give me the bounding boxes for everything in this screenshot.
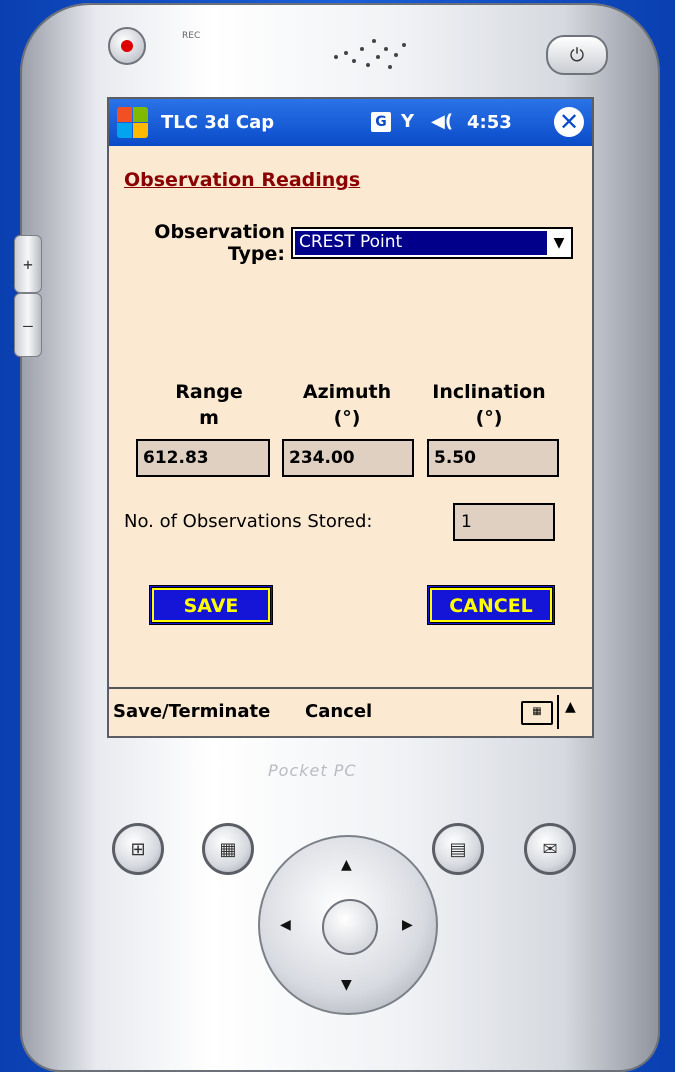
cancel-button[interactable]: CANCEL xyxy=(427,585,555,625)
start-menu-icon[interactable] xyxy=(115,105,149,139)
navigation-pad[interactable]: ▲ ▼ ◀ ▶ xyxy=(258,835,438,1015)
speaker-grille xyxy=(330,25,410,85)
range-header: Range m xyxy=(175,381,243,429)
chevron-down-icon[interactable]: ▼ xyxy=(549,231,569,255)
windows-flag-icon: ⊞ xyxy=(130,838,146,860)
volume-icon[interactable]: ◀( xyxy=(431,111,453,132)
arrow-up-icon[interactable]: ▲ xyxy=(341,857,352,873)
envelope-icon: ✉ xyxy=(542,838,558,860)
observations-stored-field[interactable]: 1 xyxy=(453,503,555,541)
arrow-left-icon[interactable]: ◀ xyxy=(280,917,291,933)
menu-divider xyxy=(557,695,559,729)
record-button[interactable] xyxy=(108,27,146,65)
inclination-field[interactable]: 5.50 xyxy=(427,439,559,477)
action-button[interactable] xyxy=(322,899,378,955)
input-menu-arrow-icon[interactable]: ▲ xyxy=(565,699,576,715)
range-field[interactable]: 612.83 xyxy=(136,439,270,477)
page-title: Observation Readings xyxy=(124,169,361,191)
arrow-down-icon[interactable]: ▼ xyxy=(341,977,352,993)
clock[interactable]: 4:53 xyxy=(467,112,512,133)
gprs-icon[interactable]: G xyxy=(371,112,391,132)
close-icon[interactable]: ✕ xyxy=(554,107,584,137)
save-terminate-menu[interactable]: Save/Terminate xyxy=(113,701,270,722)
record-icon xyxy=(121,40,133,52)
power-button[interactable]: ⏻ xyxy=(546,35,608,75)
signal-icon[interactable]: Y xyxy=(401,111,414,132)
volume-down-button[interactable]: – xyxy=(14,293,42,357)
keyboard-icon[interactable]: ▦ xyxy=(521,701,553,725)
start-hw-button[interactable]: ⊞ xyxy=(112,823,164,875)
observation-type-label: Observation Type: xyxy=(154,221,285,265)
contacts-hw-button[interactable]: ▤ xyxy=(432,823,484,875)
device-screen: TLC 3d Cap G Y ◀( 4:53 ✕ Observation Rea… xyxy=(107,97,594,738)
arrow-right-icon[interactable]: ▶ xyxy=(402,917,413,933)
title-bar: TLC 3d Cap G Y ◀( 4:53 ✕ xyxy=(109,99,592,146)
calendar-hw-button[interactable]: ▦ xyxy=(202,823,254,875)
observation-type-select[interactable]: CREST Point ▼ xyxy=(291,227,573,259)
inclination-header: Inclination (°) xyxy=(432,381,546,429)
cancel-menu[interactable]: Cancel xyxy=(305,701,372,722)
power-icon: ⏻ xyxy=(569,44,585,66)
menu-bar: Save/Terminate Cancel ▦ ▲ xyxy=(109,687,592,736)
brand-logo: Pocket PC xyxy=(268,761,357,780)
save-button[interactable]: SAVE xyxy=(149,585,273,625)
observation-type-value: CREST Point xyxy=(295,231,547,255)
azimuth-header: Azimuth (°) xyxy=(302,381,392,429)
inbox-hw-button[interactable]: ✉ xyxy=(524,823,576,875)
azimuth-field[interactable]: 234.00 xyxy=(282,439,414,477)
calendar-icon: ▦ xyxy=(219,838,237,860)
record-label: REC xyxy=(182,31,201,41)
observations-stored-label: No. of Observations Stored: xyxy=(124,511,373,532)
contacts-icon: ▤ xyxy=(449,838,467,860)
volume-up-button[interactable]: + xyxy=(14,235,42,293)
app-title: TLC 3d Cap xyxy=(161,112,275,133)
